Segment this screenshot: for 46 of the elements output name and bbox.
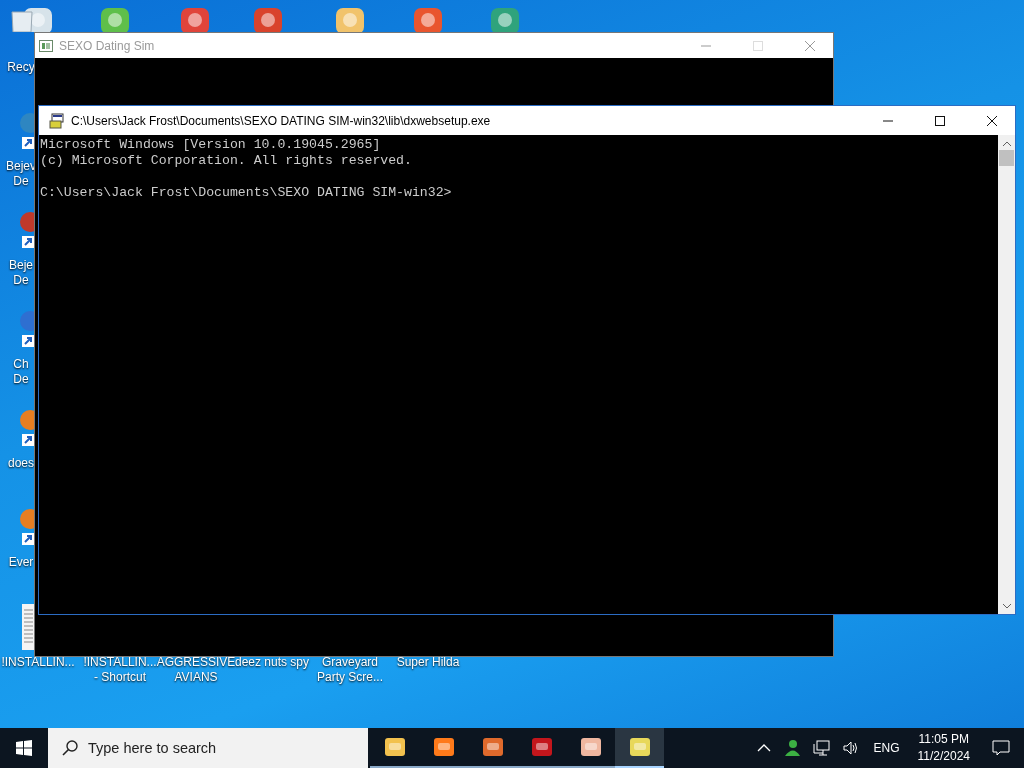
scrollbar-thumb[interactable] (999, 150, 1014, 166)
app-icon (529, 735, 554, 759)
console-line: (c) Microsoft Corporation. All rights reserved. (40, 153, 413, 169)
app-icon (382, 735, 407, 759)
icon-label: !INSTALLIN... - Shortcut (82, 655, 158, 685)
maximize-icon (753, 40, 763, 51)
icon-label: !INSTALLIN... (0, 655, 76, 670)
chevron-up-icon[interactable] (757, 743, 772, 753)
taskbar-app-button[interactable] (615, 728, 664, 768)
scroll-down-icon[interactable] (1001, 602, 1012, 610)
installer-icon (49, 112, 65, 129)
console-line: Microsoft Windows [Version 10.0.19045.2965] (40, 137, 382, 153)
icon-label: Bejev De (6, 159, 36, 189)
date-text: 11/2/2024 (917, 748, 970, 765)
window-title: C:\Users\Jack Frost\Documents\SEXO DATING SIM-win32\lib\dxwebsetup.exe (71, 113, 491, 128)
icon-label: AGGRESSIVE AVIANS (156, 655, 236, 685)
close-icon (805, 40, 815, 51)
search-field[interactable]: Type here to search (48, 728, 368, 768)
search-icon (62, 740, 78, 756)
clock[interactable]: 11:05 PM 11/2/2024 (917, 731, 970, 765)
icon-label: Recy (6, 60, 36, 75)
person-icon[interactable] (783, 739, 802, 757)
app-icon (578, 735, 603, 759)
notification-icon[interactable] (992, 740, 1010, 756)
network-icon[interactable] (813, 740, 832, 756)
console-prompt: C:\Users\Jack Frost\Documents\SEXO DATING SIM-win32> (40, 185, 453, 201)
window-title: SEXO Dating Sim (59, 38, 155, 53)
app-icon (627, 735, 652, 759)
app-icon (431, 735, 456, 759)
window-icon (39, 39, 53, 52)
recycle-bin-icon[interactable] (10, 8, 34, 32)
maximize-icon (935, 115, 945, 126)
icon-label: Super Hilda (395, 655, 461, 670)
icon-label: Ch De (12, 357, 30, 387)
scrollbar[interactable] (998, 135, 1015, 614)
time-text: 11:05 PM (918, 731, 969, 748)
volume-icon[interactable] (843, 740, 860, 756)
icon-label: Beje De (8, 258, 34, 288)
close-icon (987, 115, 997, 126)
icon-label: Graveyard Party Scre... (316, 655, 384, 685)
app-icon (480, 735, 505, 759)
icon-label: does (7, 456, 35, 471)
windows-logo-icon (16, 740, 32, 756)
language-indicator[interactable]: ENG (873, 741, 900, 755)
scroll-up-icon[interactable] (1001, 139, 1012, 147)
icon-label: Ever (7, 555, 35, 570)
